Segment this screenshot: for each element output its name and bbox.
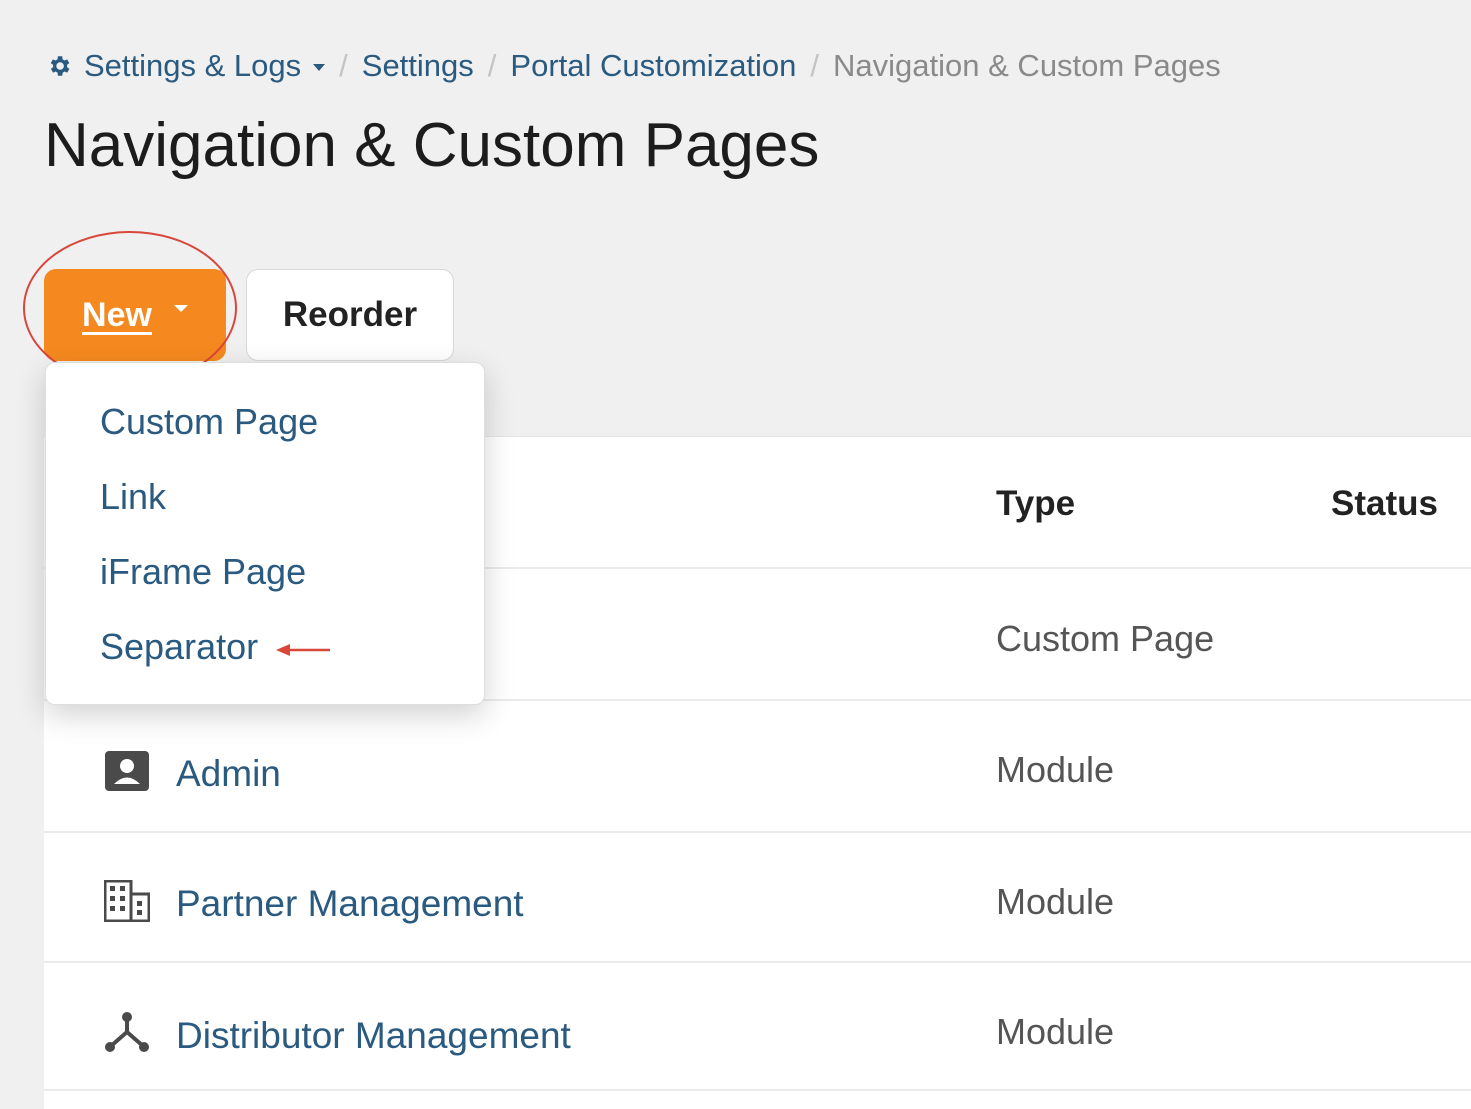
row-type: Module [996,1011,1115,1052]
new-dropdown-menu: Custom Page Link iFrame Page Separator [45,362,485,705]
reorder-button[interactable]: Reorder [246,269,454,361]
row-type: Module [996,881,1115,922]
row-type: Module [996,749,1115,790]
menu-item-separator[interactable]: Separator [100,626,258,668]
chevron-down-icon [173,304,188,312]
menu-item-iframe-page[interactable]: iFrame Page [100,551,306,593]
row-name[interactable]: Partner Management [176,883,524,925]
page-title: Navigation & Custom Pages [44,111,820,180]
breadcrumb-settings[interactable]: Settings [362,48,474,84]
breadcrumb-settings-logs[interactable]: Settings & Logs [84,48,326,84]
column-header-type[interactable]: Type [996,484,1075,524]
table-row[interactable]: Admin Module [44,699,1471,831]
annotation-arrow-icon [276,644,330,656]
table-row[interactable]: Partner Management Module [44,831,1471,961]
breadcrumb: Settings & Logs / Settings / Portal Cust… [46,46,1221,86]
breadcrumb-portal-customization[interactable]: Portal Customization [510,48,796,84]
table-row[interactable]: Distributor Management Module [44,961,1471,1091]
menu-item-link[interactable]: Link [100,476,166,518]
building-icon [104,879,150,923]
row-name[interactable]: Distributor Management [176,1015,571,1057]
chevron-down-icon [313,64,326,72]
new-dropdown-button[interactable]: New [44,269,226,361]
breadcrumb-separator: / [487,48,497,83]
contact-card-icon [104,749,150,793]
gear-icon [46,53,72,79]
table-row [44,1089,1471,1109]
new-button-label: New [82,295,152,334]
hub-icon [104,1009,150,1053]
row-name[interactable]: Admin [176,753,281,795]
row-type: Custom Page [996,618,1215,659]
breadcrumb-settings-logs-label: Settings & Logs [84,48,302,83]
breadcrumb-separator: / [339,48,348,83]
menu-item-custom-page[interactable]: Custom Page [100,401,318,443]
breadcrumb-separator: / [810,48,820,83]
breadcrumb-current: Navigation & Custom Pages [833,48,1221,83]
column-header-status[interactable]: Status [1331,484,1438,524]
